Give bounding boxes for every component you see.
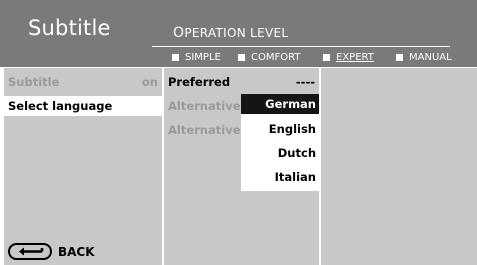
language-option[interactable]: English: [241, 119, 319, 139]
operation-level-divider: [152, 46, 450, 47]
language-dropdown[interactable]: German English Dutch Italian: [241, 94, 319, 191]
back-label: BACK: [58, 244, 95, 259]
level-manual[interactable]: MANUAL: [396, 52, 452, 63]
back-button[interactable]: BACK: [8, 243, 95, 260]
page-title: Subtitle: [28, 16, 111, 40]
square-icon: [238, 54, 245, 61]
preferred-value: ----: [295, 75, 315, 89]
operation-level-options: SIMPLE COMFORT EXPERT MANUAL: [172, 52, 462, 66]
level-expert-label: EXPERT: [336, 52, 374, 63]
level-simple[interactable]: SIMPLE: [172, 52, 221, 63]
menu-item-value: on: [141, 75, 158, 89]
operation-level-heading: OPERATION LEVEL: [173, 25, 288, 41]
language-option[interactable]: Dutch: [241, 143, 319, 163]
alternative1-label: Alternative 1: [168, 99, 253, 113]
detail-panel: [321, 68, 477, 265]
language-option[interactable]: German: [241, 94, 319, 114]
header: Subtitle OPERATION LEVEL SIMPLE COMFORT …: [0, 0, 477, 67]
menu-panel: Subtitle on Select language: [4, 68, 162, 265]
operation-level-rest: PERATION LEVEL: [184, 26, 289, 40]
operation-level-initial: O: [173, 25, 185, 41]
menu-item-label: Subtitle: [8, 75, 60, 89]
menu-item-label: Select language: [8, 99, 113, 113]
level-expert[interactable]: EXPERT: [323, 52, 374, 63]
menu-item-subtitle[interactable]: Subtitle on: [4, 72, 162, 92]
level-simple-label: SIMPLE: [185, 52, 221, 63]
level-comfort[interactable]: COMFORT: [238, 52, 300, 63]
level-comfort-label: COMFORT: [251, 52, 301, 63]
screen: Subtitle OPERATION LEVEL SIMPLE COMFORT …: [0, 0, 477, 265]
square-icon: [323, 54, 330, 61]
language-option[interactable]: Italian: [241, 167, 319, 187]
menu-item-select-language[interactable]: Select language: [4, 96, 162, 116]
back-arrow-icon: [8, 243, 52, 260]
square-icon: [396, 54, 403, 61]
alternative2-label: Alternative 2: [168, 123, 253, 137]
preferred-label: Preferred: [168, 75, 231, 89]
square-icon: [172, 54, 179, 61]
preferred-row[interactable]: Preferred ----: [164, 72, 319, 92]
level-manual-label: MANUAL: [409, 52, 452, 63]
